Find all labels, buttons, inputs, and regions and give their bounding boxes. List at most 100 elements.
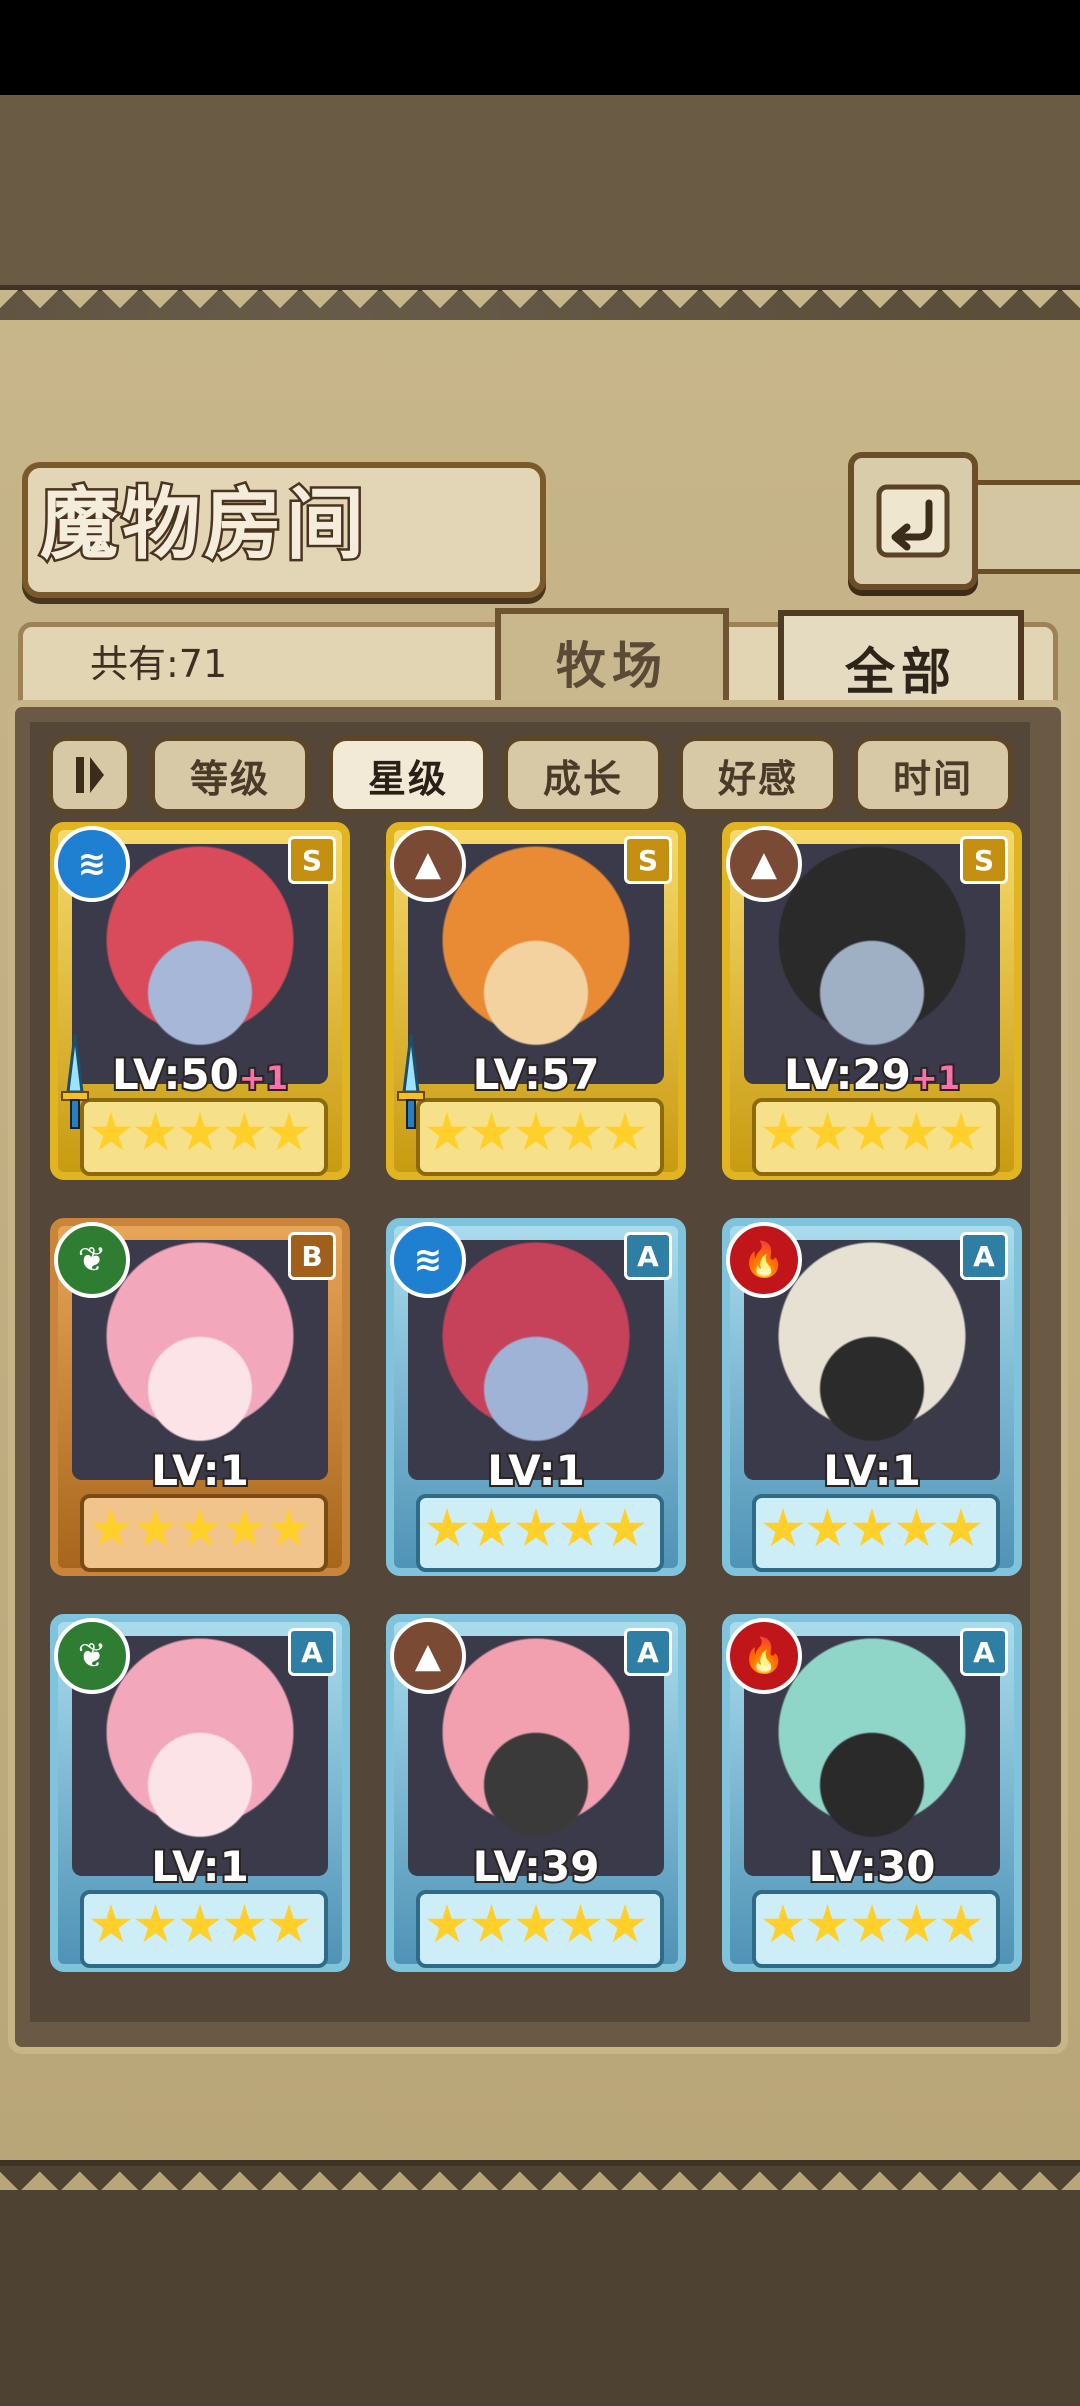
star-icon — [762, 1112, 804, 1151]
rank-badge: S — [288, 836, 336, 884]
star-rating — [762, 1498, 982, 1560]
level-value: LV:1 — [149, 1444, 251, 1497]
rank-badge: A — [288, 1628, 336, 1676]
star-icon — [940, 1508, 982, 1547]
sort-level-button[interactable]: 等级 — [150, 736, 310, 814]
star-icon — [135, 1112, 176, 1151]
star-icon — [471, 1904, 512, 1943]
earth-element-icon: ▲ — [390, 826, 466, 902]
star-icon — [807, 1904, 848, 1943]
star-rating — [426, 1102, 646, 1164]
level-label: LV:30 — [722, 1840, 1022, 1893]
star-icon — [515, 1904, 557, 1943]
star-rating — [426, 1894, 646, 1956]
star-icon — [90, 1508, 132, 1547]
monster-card[interactable]: ▲ S LV:57 — [386, 822, 686, 1180]
star-icon — [471, 1112, 512, 1151]
back-button[interactable] — [848, 452, 978, 590]
star-icon — [604, 1508, 646, 1547]
map-band-bottom — [0, 2160, 1080, 2406]
star-rating — [762, 1894, 982, 1956]
star-icon — [851, 1112, 893, 1151]
monster-card[interactable]: ≋ S LV:50+1 — [50, 822, 350, 1180]
star-icon — [940, 1904, 982, 1943]
star-rating — [762, 1102, 982, 1164]
star-icon — [896, 1904, 937, 1943]
level-value: LV:57 — [471, 1048, 602, 1101]
monster-card[interactable]: 🔥 A LV:30 — [722, 1614, 1022, 1972]
star-icon — [268, 1112, 310, 1151]
star-rating — [90, 1894, 310, 1956]
star-icon — [896, 1112, 937, 1151]
back-bar — [966, 480, 1080, 574]
star-icon — [515, 1508, 557, 1547]
fire-element-icon: 🔥 — [726, 1618, 802, 1694]
sort-affection-button[interactable]: 好感 — [678, 736, 838, 814]
star-icon — [851, 1508, 893, 1547]
star-icon — [426, 1508, 468, 1547]
star-icon — [896, 1508, 937, 1547]
level-label: LV:1 — [50, 1840, 350, 1893]
level-value: LV:29 — [782, 1048, 913, 1101]
level-value: LV:1 — [149, 1840, 251, 1893]
level-label: LV:1 — [722, 1444, 1022, 1497]
level-value: LV:30 — [807, 1840, 938, 1893]
star-icon — [560, 1904, 601, 1943]
star-rating — [90, 1102, 310, 1164]
level-label: LV:29+1 — [722, 1048, 1022, 1101]
monster-card[interactable]: ▲ A LV:39 — [386, 1614, 686, 1972]
star-icon — [90, 1904, 132, 1943]
star-icon — [560, 1508, 601, 1547]
rank-badge: A — [624, 1232, 672, 1280]
sort-star-button[interactable]: 星级 — [328, 736, 488, 814]
water-element-icon: ≋ — [390, 1222, 466, 1298]
star-icon — [851, 1904, 893, 1943]
star-icon — [762, 1508, 804, 1547]
level-label: LV:50+1 — [50, 1048, 350, 1101]
sort-time-button[interactable]: 时间 — [853, 736, 1013, 814]
star-rating — [426, 1498, 646, 1560]
monster-card[interactable]: 🔥 A LV:1 — [722, 1218, 1022, 1576]
map-band-top — [0, 95, 1080, 291]
star-icon — [471, 1508, 512, 1547]
status-bar — [0, 0, 1080, 95]
star-icon — [940, 1112, 982, 1151]
star-rating — [90, 1498, 310, 1560]
level-value: LV:39 — [471, 1840, 602, 1893]
awaken-plus: +1 — [237, 1057, 290, 1099]
star-icon — [179, 1904, 221, 1943]
star-icon — [135, 1508, 176, 1547]
level-label: LV:1 — [386, 1444, 686, 1497]
rank-badge: S — [624, 836, 672, 884]
rank-badge: A — [960, 1628, 1008, 1676]
level-label: LV:57 — [386, 1048, 686, 1101]
rank-badge: S — [960, 836, 1008, 884]
star-icon — [426, 1112, 468, 1151]
monster-card[interactable]: ≋ A LV:1 — [386, 1218, 686, 1576]
sort-growth-button[interactable]: 成长 — [503, 736, 663, 814]
tab-farm[interactable]: 牧场 — [495, 608, 729, 710]
rank-badge: A — [960, 1232, 1008, 1280]
star-icon — [807, 1112, 848, 1151]
return-arrow-icon — [876, 484, 950, 558]
star-icon — [604, 1112, 646, 1151]
star-icon — [179, 1112, 221, 1151]
monster-card[interactable]: ❦ B LV:1 — [50, 1218, 350, 1576]
sort-order-toggle[interactable] — [48, 736, 132, 814]
star-icon — [268, 1508, 310, 1547]
level-label: LV:39 — [386, 1840, 686, 1893]
rank-badge: B — [288, 1232, 336, 1280]
monster-card[interactable]: ❦ A LV:1 — [50, 1614, 350, 1972]
earth-element-icon: ▲ — [390, 1618, 466, 1694]
rank-badge: A — [624, 1628, 672, 1676]
star-icon — [604, 1904, 646, 1943]
earth-element-icon: ▲ — [726, 826, 802, 902]
page-title: 魔物房间 — [38, 477, 369, 573]
monster-count: 共有:71 — [90, 642, 228, 686]
star-icon — [426, 1904, 468, 1943]
star-icon — [560, 1112, 601, 1151]
star-icon — [135, 1904, 176, 1943]
leaf-element-icon: ❦ — [54, 1222, 130, 1298]
fire-element-icon: 🔥 — [726, 1222, 802, 1298]
monster-card[interactable]: ▲ S LV:29+1 — [722, 822, 1022, 1180]
